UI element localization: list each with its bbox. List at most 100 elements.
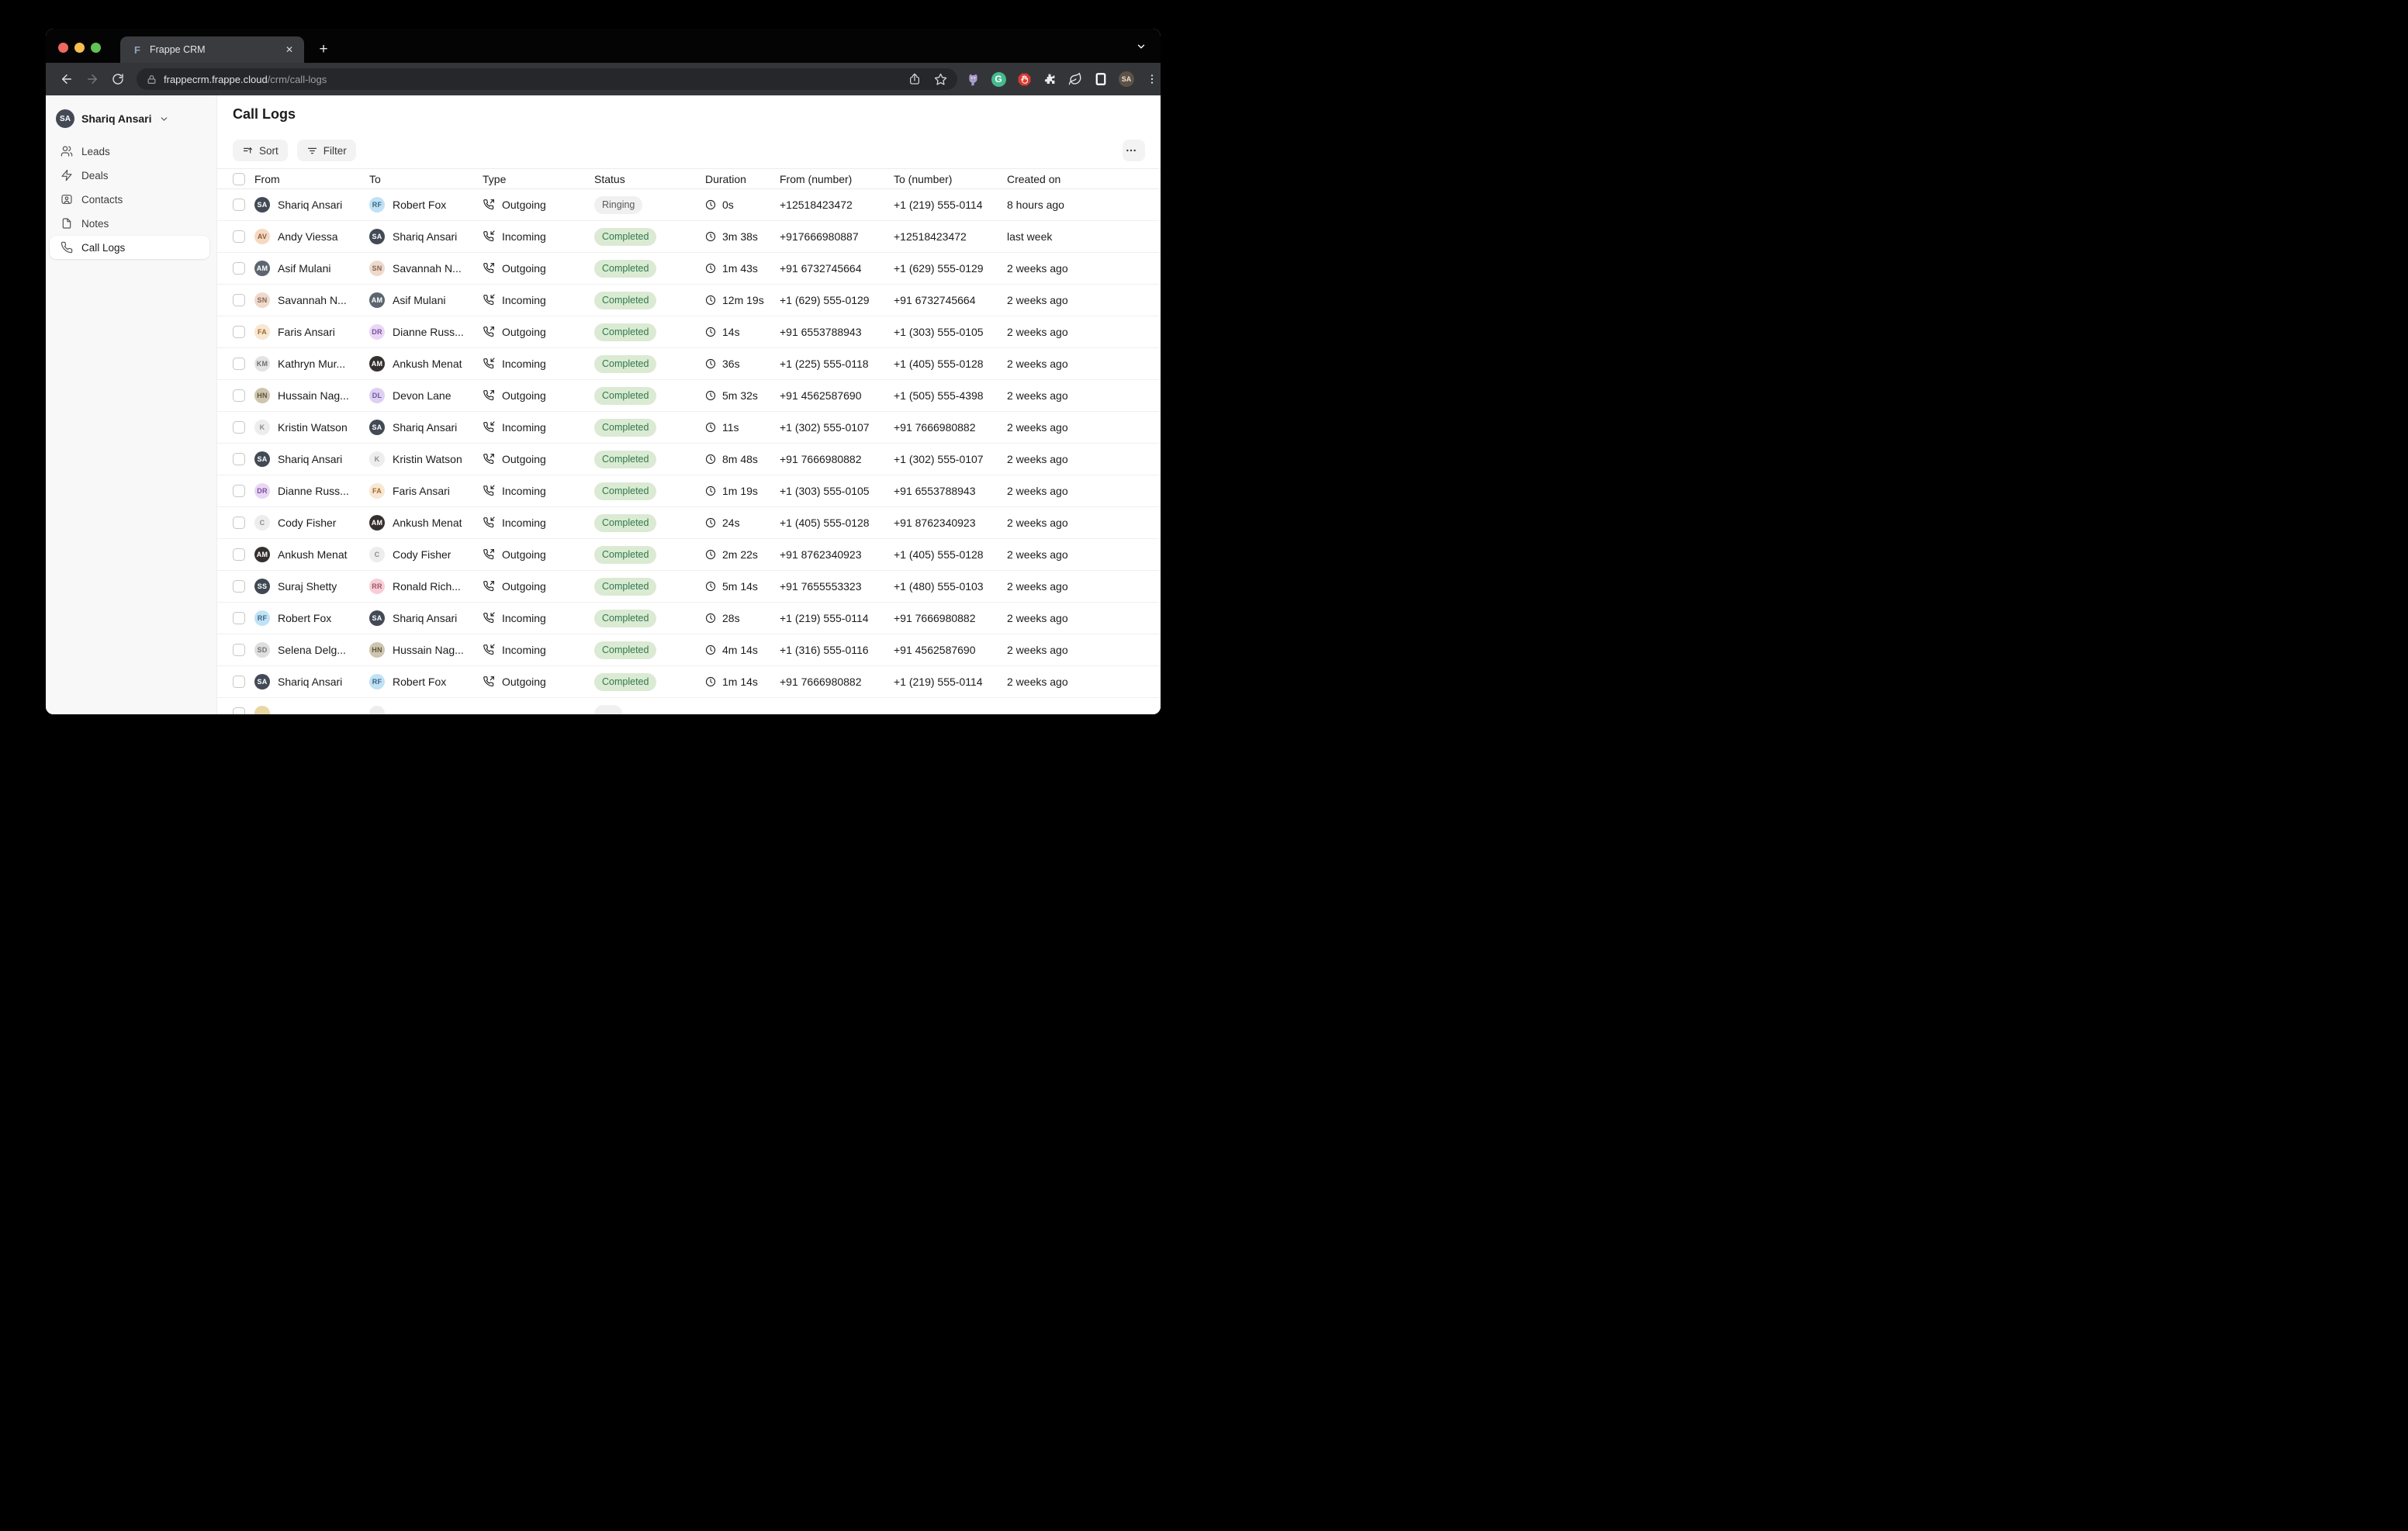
table-row[interactable]: FA Faris Ansari DR Dianne Russ... Outgoi… — [217, 316, 1161, 348]
address-bar[interactable]: frappecrm.frappe.cloud/crm/call-logs — [137, 68, 957, 90]
close-window-button[interactable] — [58, 43, 68, 53]
duration-value: 8m 48s — [722, 453, 758, 465]
outgoing-call-icon — [483, 199, 495, 211]
user-menu[interactable]: SA Shariq Ansari — [56, 108, 209, 130]
column-header-type[interactable]: Type — [483, 173, 594, 185]
row-checkbox[interactable] — [233, 230, 245, 243]
row-checkbox[interactable] — [233, 294, 245, 306]
table-row[interactable]: SS Suraj Shetty RR Ronald Rich... Outgoi… — [217, 571, 1161, 603]
column-header-duration[interactable]: Duration — [705, 173, 780, 185]
lock-icon — [147, 74, 157, 85]
from-avatar: KM — [254, 356, 270, 372]
row-checkbox[interactable] — [233, 326, 245, 338]
browser-window: F Frappe CRM ✕ + frappecrm.frappe.cloud/… — [46, 29, 1161, 714]
extension-github-icon[interactable] — [963, 69, 983, 89]
row-checkbox[interactable] — [233, 421, 245, 434]
clock-icon — [705, 263, 716, 274]
table-row[interactable]: SA Shariq Ansari K Kristin Watson Outgoi… — [217, 444, 1161, 475]
outgoing-call-icon — [483, 389, 495, 402]
table-row[interactable]: SA Shariq Ansari RF Robert Fox Outgoing … — [217, 189, 1161, 221]
duration-value: 5m 32s — [722, 389, 758, 402]
to-number: +1 (219) 555-0114 — [894, 199, 1007, 211]
table-row[interactable]: RF Robert Fox SA Shariq Ansari Incoming … — [217, 603, 1161, 634]
zoom-window-button[interactable] — [91, 43, 101, 53]
call-type-label: Outgoing — [502, 326, 546, 338]
back-icon[interactable] — [57, 69, 77, 89]
more-options-button[interactable] — [1123, 140, 1145, 161]
to-name: Robert Fox — [393, 199, 446, 211]
column-header-to-number[interactable]: To (number) — [894, 173, 1007, 185]
table-row[interactable]: DR Dianne Russ... FA Faris Ansari Incomi… — [217, 475, 1161, 507]
status-badge: Completed — [594, 641, 656, 659]
sidebar-item-contacts[interactable]: Contacts — [50, 188, 209, 211]
extension-adblock-icon[interactable] — [1014, 69, 1034, 89]
row-checkbox[interactable] — [233, 485, 245, 497]
row-checkbox[interactable] — [233, 676, 245, 688]
browser-tab[interactable]: F Frappe CRM ✕ — [120, 36, 304, 63]
from-avatar: SS — [254, 579, 270, 594]
select-all-checkbox[interactable] — [233, 173, 245, 185]
sidebar-item-leads[interactable]: Leads — [50, 140, 209, 163]
created-on: 2 weeks ago — [1007, 294, 1161, 306]
forward-icon[interactable] — [82, 69, 102, 89]
clock-icon — [705, 486, 716, 496]
extensions-puzzle-icon[interactable] — [1040, 69, 1060, 89]
from-number: +91 6732745664 — [780, 262, 894, 275]
table-row[interactable]: HN Hussain Nag... DL Devon Lane Outgoing… — [217, 380, 1161, 412]
to-number: +1 (302) 555-0107 — [894, 453, 1007, 465]
row-checkbox[interactable] — [233, 612, 245, 624]
row-checkbox[interactable] — [233, 517, 245, 529]
table-row[interactable]: SN Savannah N... AM Asif Mulani Incoming… — [217, 285, 1161, 316]
table-row[interactable]: SD Selena Delg... HN Hussain Nag... Inco… — [217, 634, 1161, 666]
table-row[interactable]: KM Kathryn Mur... AM Ankush Menat Incomi… — [217, 348, 1161, 380]
table-row[interactable] — [217, 698, 1161, 714]
row-checkbox[interactable] — [233, 358, 245, 370]
from-name: Cody Fisher — [278, 517, 336, 529]
refresh-icon[interactable] — [108, 69, 128, 89]
row-checkbox[interactable] — [233, 548, 245, 561]
column-header-from-number[interactable]: From (number) — [780, 173, 894, 185]
row-checkbox[interactable] — [233, 389, 245, 402]
row-checkbox[interactable] — [233, 453, 245, 465]
side-panel-icon[interactable] — [1091, 69, 1111, 89]
table-row[interactable]: C Cody Fisher AM Ankush Menat Incoming C… — [217, 507, 1161, 539]
clock-icon — [705, 645, 716, 655]
filter-button[interactable]: Filter — [297, 140, 356, 161]
from-number: +917666980887 — [780, 230, 894, 243]
row-checkbox[interactable] — [233, 707, 245, 714]
column-header-created-on[interactable]: Created on — [1007, 173, 1161, 185]
bookmark-star-icon[interactable] — [931, 70, 950, 88]
new-tab-button[interactable]: + — [313, 40, 334, 60]
row-checkbox[interactable] — [233, 644, 245, 656]
filter-label: Filter — [323, 145, 347, 157]
table-row[interactable]: AM Asif Mulani SN Savannah N... Outgoing… — [217, 253, 1161, 285]
table-row[interactable]: K Kristin Watson SA Shariq Ansari Incomi… — [217, 412, 1161, 444]
row-checkbox[interactable] — [233, 199, 245, 211]
tab-close-icon[interactable]: ✕ — [282, 43, 296, 57]
sidebar-item-deals[interactable]: Deals — [50, 164, 209, 187]
table-row[interactable]: AM Ankush Menat C Cody Fisher Outgoing C… — [217, 539, 1161, 571]
browser-profile-avatar[interactable]: SA — [1116, 69, 1137, 89]
sidebar-item-notes[interactable]: Notes — [50, 212, 209, 235]
table-row[interactable]: AV Andy Viessa SA Shariq Ansari Incoming… — [217, 221, 1161, 253]
column-header-to[interactable]: To — [369, 173, 483, 185]
row-checkbox[interactable] — [233, 262, 245, 275]
to-name: Dianne Russ... — [393, 326, 464, 338]
from-avatar — [254, 706, 270, 714]
share-icon[interactable] — [905, 70, 924, 88]
browser-menu-icon[interactable] — [1142, 69, 1161, 89]
from-avatar: SD — [254, 642, 270, 658]
to-number: +91 6553788943 — [894, 485, 1007, 497]
from-number: +1 (303) 555-0105 — [780, 485, 894, 497]
row-checkbox[interactable] — [233, 580, 245, 593]
tab-search-chevron-icon[interactable] — [1136, 41, 1147, 56]
status-badge — [594, 705, 622, 715]
extension-leaf-icon[interactable] — [1065, 69, 1085, 89]
table-row[interactable]: SA Shariq Ansari RF Robert Fox Outgoing … — [217, 666, 1161, 698]
sort-button[interactable]: Sort — [233, 140, 288, 161]
sidebar-item-call-logs[interactable]: Call Logs — [50, 236, 209, 259]
column-header-status[interactable]: Status — [594, 173, 705, 185]
extension-grammarly-icon[interactable]: G — [988, 69, 1009, 89]
column-header-from[interactable]: From — [254, 173, 369, 185]
minimize-window-button[interactable] — [74, 43, 85, 53]
